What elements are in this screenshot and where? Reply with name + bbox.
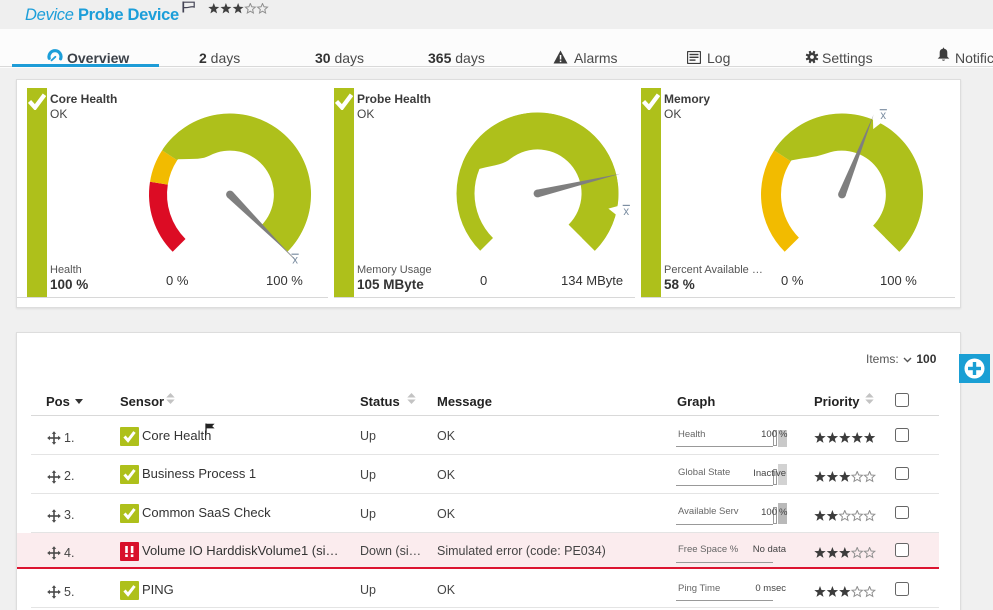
svg-text:x: x (292, 255, 298, 267)
svg-text:x: x (623, 206, 629, 218)
svg-text:x: x (880, 110, 886, 122)
